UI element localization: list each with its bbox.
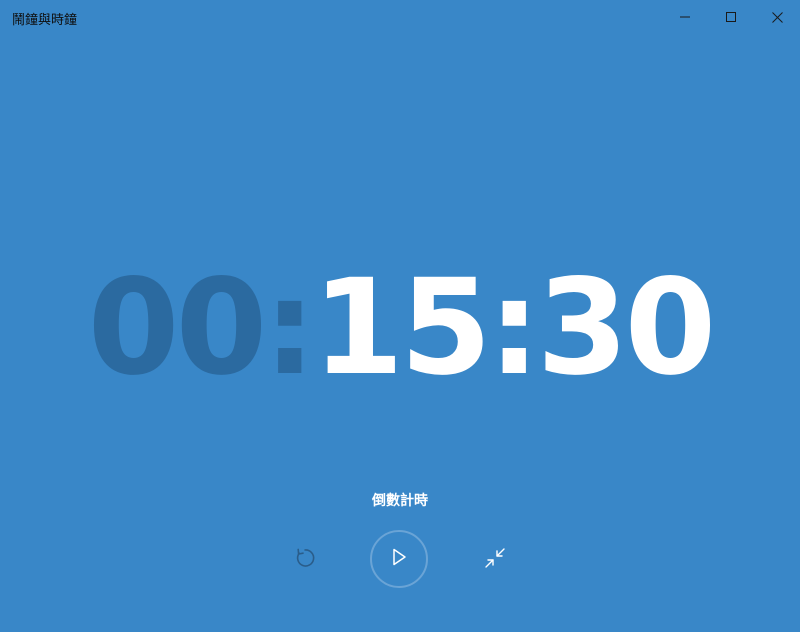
maximize-icon <box>726 12 736 22</box>
timer-separator-1: : <box>263 251 316 405</box>
compact-overlay-button[interactable] <box>478 543 512 577</box>
minimize-icon <box>680 12 690 22</box>
timer-mode-label: 倒數計時 <box>372 493 428 509</box>
timer-hours: 00 <box>87 251 268 405</box>
timer-minutes: 15 <box>312 251 492 405</box>
reset-icon <box>294 547 316 573</box>
play-button[interactable] <box>370 530 428 588</box>
app-window: 鬧鐘與時鐘 00:15:30 倒數計時 <box>0 0 800 632</box>
timer-separator-2: : <box>487 251 541 405</box>
maximize-button[interactable] <box>708 0 754 34</box>
reset-button[interactable] <box>288 543 322 577</box>
window-title: 鬧鐘與時鐘 <box>12 13 78 28</box>
minimize-button[interactable] <box>662 0 708 34</box>
timer-seconds: 30 <box>536 251 717 405</box>
compact-overlay-icon <box>484 547 506 573</box>
close-icon <box>771 11 783 23</box>
play-icon <box>390 548 408 570</box>
timer-display: 00:15:30 <box>0 258 800 398</box>
close-button[interactable] <box>754 0 800 34</box>
title-bar[interactable]: 鬧鐘與時鐘 <box>0 0 800 34</box>
